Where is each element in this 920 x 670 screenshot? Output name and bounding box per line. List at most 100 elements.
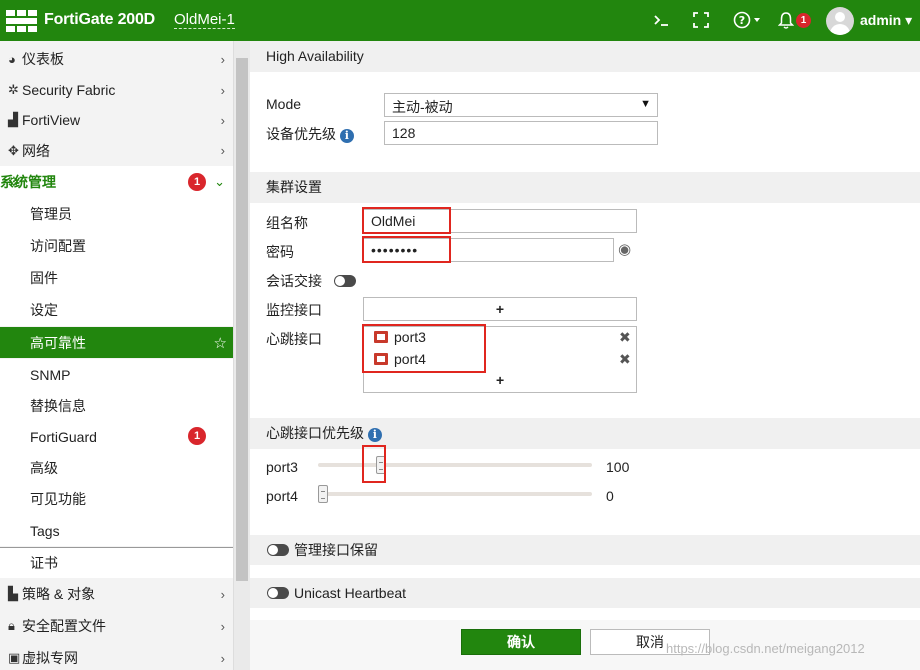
chevron-right-icon: › xyxy=(220,82,225,98)
sidebar-item-label: 管理员 xyxy=(30,206,72,222)
eye-icon[interactable]: ◉ xyxy=(618,240,631,258)
fullscreen-icon[interactable] xyxy=(691,9,711,31)
cli-console-icon[interactable] xyxy=(651,9,671,31)
highlight-box xyxy=(362,324,486,373)
sidebar-item-ha[interactable]: 高可靠性 ☆ xyxy=(0,327,233,358)
group-name-label: 组名称 xyxy=(266,215,308,231)
priority-input[interactable]: 128 xyxy=(384,121,658,145)
sidebar-item-dashboard[interactable]: ◕ 仪表板 › xyxy=(0,44,233,74)
network-icon: ✥ xyxy=(8,142,19,158)
port4-slider-thumb[interactable] xyxy=(318,485,328,503)
sidebar-item-label: 固件 xyxy=(30,270,58,286)
sidebar-item-settings[interactable]: 设定 xyxy=(0,294,233,326)
session-pickup-toggle[interactable] xyxy=(334,275,356,287)
sidebar-item-label: 系统管理 xyxy=(0,174,56,190)
caret-down-icon: ▼ xyxy=(640,98,651,110)
mode-select[interactable]: 主动-被动 ▼ xyxy=(384,93,658,117)
sidebar-item-feature-visibility[interactable]: 可见功能 xyxy=(0,483,233,515)
main-panel: High Availability Mode 主动-被动 ▼ 设备优先级 i 1… xyxy=(250,41,920,670)
port3-priority-label: port3 xyxy=(266,459,298,475)
priority-value: 128 xyxy=(392,125,416,141)
system-badge: 1 xyxy=(188,173,206,191)
sidebar-item-label: 可见功能 xyxy=(30,491,86,507)
heartbeat-add-button[interactable]: + xyxy=(496,372,504,388)
remove-port3-icon[interactable]: ✖ xyxy=(619,329,631,346)
sidebar-item-certificates[interactable]: 证书 xyxy=(0,547,233,578)
fortiguard-badge: 1 xyxy=(188,427,206,445)
sidebar-item-label: 网络 xyxy=(22,142,50,159)
mgmt-reserve-section: 管理接口保留 xyxy=(250,535,920,565)
sidebar-item-label: 仪表板 xyxy=(22,51,64,67)
sidebar-item-label: 替换信息 xyxy=(30,397,86,414)
fabric-icon: ✲ xyxy=(8,82,19,97)
bell-icon[interactable] xyxy=(777,9,795,31)
sidebar-item-label: 证书 xyxy=(30,555,58,571)
help-icon[interactable]: ? xyxy=(731,9,763,31)
chevron-right-icon: › xyxy=(220,650,225,666)
chart-icon: ▟ xyxy=(8,112,18,127)
mode-label: Mode xyxy=(266,96,302,112)
sidebar-item-label: SNMP xyxy=(30,366,71,383)
sidebar-item-snmp[interactable]: SNMP xyxy=(0,359,233,390)
chevron-right-icon: › xyxy=(220,51,225,67)
chevron-right-icon: › xyxy=(220,112,225,128)
unicast-toggle[interactable] xyxy=(267,587,289,599)
sidebar-item-label: 访问配置 xyxy=(30,238,86,254)
mode-value: 主动-被动 xyxy=(392,99,453,115)
username: admin xyxy=(860,12,902,28)
sidebar-item-access-profiles[interactable]: 访问配置 xyxy=(0,230,233,262)
hostname-link[interactable]: OldMei-1 xyxy=(174,11,235,29)
sidebar-item-vpn[interactable]: ▣ 虚拟专网 › xyxy=(0,642,233,670)
unicast-label: Unicast Heartbeat xyxy=(294,585,407,601)
brand-title: FortiGate 200D xyxy=(44,11,156,28)
chevron-right-icon: › xyxy=(220,586,225,602)
sidebar-item-label: 虚拟专网 xyxy=(22,650,78,666)
sidebar-item-system[interactable]: ⚙ 系统管理 1 ⌄ xyxy=(0,166,233,198)
info-icon[interactable]: i xyxy=(367,428,382,442)
hb-priority-section-header: 心跳接口优先级 i xyxy=(250,418,920,449)
sidebar-item-security-fabric[interactable]: ✲ Security Fabric › xyxy=(0,75,233,105)
sidebar-item-security-profiles[interactable]: 🔒︎ 安全配置文件 › xyxy=(0,610,233,642)
chevron-down-icon: ⌄ xyxy=(214,174,225,189)
highlight-box xyxy=(362,445,386,483)
hb-priority-title: 心跳接口优先级 xyxy=(266,425,364,441)
ok-button[interactable]: 确认 xyxy=(461,629,581,655)
monitor-interface-label: 监控接口 xyxy=(266,302,322,318)
sidebar-item-network[interactable]: ✥ 网络 › xyxy=(0,135,233,166)
user-menu[interactable]: admin ▾ xyxy=(860,12,912,29)
port3-priority-value: 100 xyxy=(606,459,630,475)
unicast-section: Unicast Heartbeat xyxy=(250,578,920,608)
lock-icon: 🔒︎ xyxy=(8,618,15,633)
port3-slider-track[interactable] xyxy=(318,463,592,467)
sidebar-item-fortiguard[interactable]: FortiGuard 1 xyxy=(0,421,233,452)
port4-priority-value: 0 xyxy=(606,488,614,504)
sidebar-item-admins[interactable]: 管理员 xyxy=(0,198,233,230)
star-icon[interactable]: ☆ xyxy=(214,334,227,352)
fortinet-logo-icon xyxy=(6,10,37,32)
sidebar-item-tags[interactable]: Tags xyxy=(0,515,233,546)
monitor-add-button[interactable]: + xyxy=(363,297,637,321)
avatar[interactable] xyxy=(826,7,854,35)
sidebar-item-label: 高可靠性 xyxy=(30,334,86,351)
dashboard-icon: ◕ xyxy=(8,51,16,67)
sidebar-item-label: Tags xyxy=(30,522,60,539)
session-pickup-label: 会话交接 xyxy=(266,273,322,289)
port4-slider-track[interactable] xyxy=(318,492,592,496)
info-icon[interactable]: i xyxy=(339,129,354,143)
chevron-right-icon: › xyxy=(220,618,225,634)
monitor-icon: ▣ xyxy=(8,650,21,665)
ha-section-header: High Availability xyxy=(250,41,920,72)
sidebar-scroll-thumb[interactable] xyxy=(236,58,248,581)
sidebar-item-advanced[interactable]: 高级 xyxy=(0,452,233,483)
mgmt-reserve-toggle[interactable] xyxy=(267,544,289,556)
priority-label-text: 设备优先级 xyxy=(266,126,336,142)
sidebar-item-label: 策略 & 对象 xyxy=(22,586,96,602)
sidebar-item-fortiview[interactable]: ▟ FortiView › xyxy=(0,105,233,135)
sidebar-item-replacement-messages[interactable]: 替换信息 xyxy=(0,390,233,421)
password-label: 密码 xyxy=(266,244,294,260)
sidebar-item-policy-objects[interactable]: ▙ 策略 & 对象 › xyxy=(0,578,233,610)
remove-port4-icon[interactable]: ✖ xyxy=(619,351,631,368)
sidebar: ◕ 仪表板 › ✲ Security Fabric › ▟ FortiView … xyxy=(0,41,233,670)
sidebar-item-firmware[interactable]: 固件 xyxy=(0,262,233,294)
sidebar-item-label: FortiView xyxy=(22,112,81,128)
